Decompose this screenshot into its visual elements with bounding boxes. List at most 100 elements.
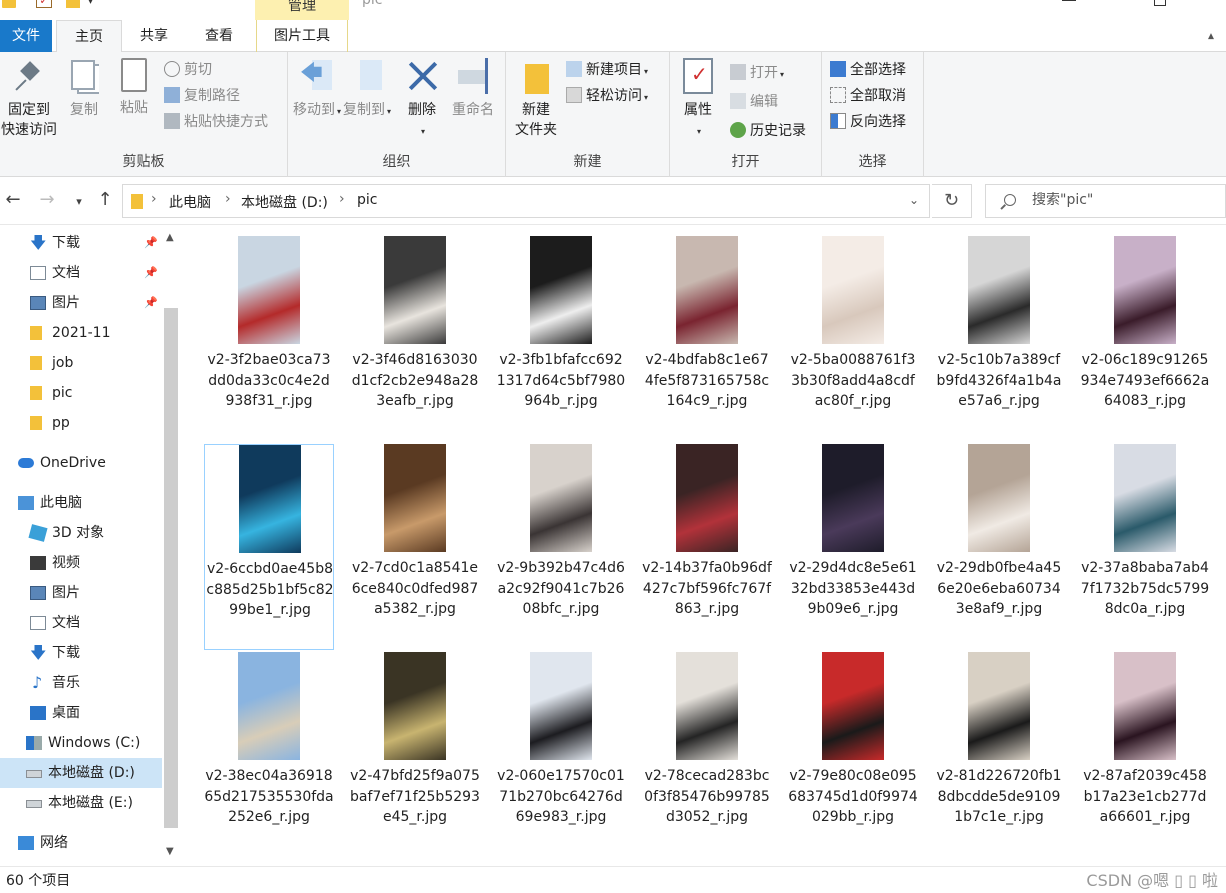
- address-bar[interactable]: › 此电脑 › 本地磁盘 (D:) › pic ⌄: [122, 184, 930, 218]
- breadcrumb-separator-icon[interactable]: ›: [339, 191, 345, 207]
- file-item[interactable]: v2-87af2039c458b17a23e1cb277da66601_r.jp…: [1080, 652, 1210, 858]
- copy-to-button[interactable]: 复制到 ▾: [342, 58, 392, 122]
- new-item-button[interactable]: 新建项目 ▾: [566, 59, 648, 81]
- nav-item[interactable]: Windows (C:): [0, 728, 162, 758]
- file-item[interactable]: v2-3f46d8163030d1cf2cb2e948a283eafb_r.jp…: [350, 236, 480, 442]
- nav-item[interactable]: 文档: [0, 608, 162, 638]
- file-item[interactable]: v2-6ccbd0ae45b8c885d25b1bf5c8299be1_r.jp…: [204, 444, 334, 650]
- file-item[interactable]: v2-14b37fa0b96df427c7bf596fc767f863_r.jp…: [642, 444, 772, 650]
- nav-item[interactable]: 下载 📌: [0, 228, 162, 258]
- nav-item[interactable]: 文档 📌: [0, 258, 162, 288]
- file-item[interactable]: v2-06c189c91265934e7493ef6662a64083_r.jp…: [1080, 236, 1210, 442]
- nav-item[interactable]: 桌面: [0, 698, 162, 728]
- pin-to-quick-access-button[interactable]: 固定到 快速访问: [0, 58, 58, 140]
- tab-file[interactable]: 文件: [0, 20, 52, 52]
- file-item[interactable]: v2-3fb1bfafcc6921317d64c5bf7980964b_r.jp…: [496, 236, 626, 442]
- cut-button[interactable]: 剪切: [164, 59, 212, 81]
- breadcrumb-this-pc[interactable]: 此电脑: [169, 192, 211, 212]
- nav-item[interactable]: 本地磁盘 (D:): [0, 758, 162, 788]
- file-item[interactable]: v2-060e17570c0171b270bc64276d69e983_r.jp…: [496, 652, 626, 858]
- file-item[interactable]: v2-79e80c08e095683745d1d0f9974029bb_r.jp…: [788, 652, 918, 858]
- delete-button[interactable]: 删除 ▾: [402, 58, 442, 142]
- scroll-up-arrow-icon[interactable]: ▲: [166, 232, 174, 243]
- file-item[interactable]: v2-29db0fbe4a456e20e6eba607343e8af9_r.jp…: [934, 444, 1064, 650]
- nav-item[interactable]: pp: [0, 408, 162, 438]
- nav-item[interactable]: 3D 对象: [0, 518, 162, 548]
- minimize-icon[interactable]: [1062, 0, 1076, 1]
- invert-selection-button[interactable]: 反向选择: [830, 111, 906, 133]
- file-item[interactable]: v2-3f2bae03ca73dd0da33c0c4e2d938f31_r.jp…: [204, 236, 334, 442]
- customize-quick-access-dropdown-icon[interactable]: ▾: [88, 0, 93, 7]
- edit-button[interactable]: 编辑: [730, 91, 778, 113]
- easy-access-button[interactable]: 轻松访问 ▾: [566, 85, 648, 107]
- back-arrow-icon[interactable]: ←: [2, 189, 24, 210]
- copy-path-button[interactable]: 复制路径: [164, 85, 240, 107]
- nav-item[interactable]: 图片: [0, 578, 162, 608]
- tab-view[interactable]: 查看: [190, 20, 248, 52]
- maximize-icon[interactable]: [1154, 0, 1166, 6]
- rename-button[interactable]: 重命名: [448, 58, 498, 120]
- image-thumbnail: [530, 652, 592, 760]
- paste-shortcut-button[interactable]: 粘贴快捷方式: [164, 111, 268, 133]
- file-item[interactable]: v2-9b392b47c4d6a2c92f9041c7b2608bfc_r.jp…: [496, 444, 626, 650]
- breadcrumb-separator-icon[interactable]: ›: [225, 191, 231, 207]
- paste-button[interactable]: 粘贴: [114, 58, 154, 118]
- nav-item[interactable]: 视频: [0, 548, 162, 578]
- breadcrumb-pic[interactable]: pic: [357, 192, 377, 208]
- history-button[interactable]: 历史记录: [730, 120, 806, 142]
- file-item[interactable]: v2-37a8baba7ab47f1732b75dc57998dc0a_r.jp…: [1080, 444, 1210, 650]
- edit-icon: [730, 93, 746, 109]
- search-box[interactable]: [985, 184, 1226, 218]
- file-item[interactable]: v2-4bdfab8c1e674fe5f873165758c164c9_r.jp…: [642, 236, 772, 442]
- search-input[interactable]: [1032, 192, 1212, 208]
- nav-item[interactable]: 本地磁盘 (E:): [0, 788, 162, 818]
- file-item[interactable]: v2-7cd0c1a8541e6ce840c0dfed987a5382_r.jp…: [350, 444, 480, 650]
- recent-locations-chevron-icon[interactable]: ▾: [68, 195, 90, 208]
- properties-button[interactable]: 属性▾: [676, 58, 720, 142]
- nav-item[interactable]: pic: [0, 378, 162, 408]
- file-item[interactable]: v2-5c10b7a389cfb9fd4326f4a1b4ae57a6_r.jp…: [934, 236, 1064, 442]
- windows-drive-icon: [26, 736, 42, 750]
- nav-item[interactable]: 下载: [0, 638, 162, 668]
- file-item[interactable]: v2-29d4dc8e5e6132bd33853e443d9b09e6_r.jp…: [788, 444, 918, 650]
- nav-item[interactable]: 音乐: [0, 668, 162, 698]
- tab-share[interactable]: 共享: [126, 20, 182, 52]
- scrollbar-thumb[interactable]: [164, 308, 178, 828]
- tab-picture-tools[interactable]: 图片工具: [256, 20, 348, 52]
- breadcrumb-drive-d[interactable]: 本地磁盘 (D:): [241, 192, 328, 212]
- nav-item[interactable]: 此电脑: [0, 488, 162, 518]
- nav-item[interactable]: OneDrive: [0, 448, 162, 478]
- nav-item[interactable]: 图片 📌: [0, 288, 162, 318]
- manage-context-tab-header[interactable]: 管理: [255, 0, 349, 20]
- nav-item[interactable]: 网络: [0, 828, 162, 858]
- file-item[interactable]: v2-81d226720fb18dbcdde5de91091b7c1e_r.jp…: [934, 652, 1064, 858]
- open-button[interactable]: 打开 ▾: [730, 62, 784, 84]
- collapse-ribbon-icon[interactable]: ▾: [1208, 30, 1214, 44]
- address-history-chevron-icon[interactable]: ⌄: [909, 193, 919, 207]
- window-title: pic: [362, 0, 383, 8]
- select-none-button[interactable]: 全部取消: [830, 85, 906, 107]
- file-item[interactable]: v2-78cecad283bc0f3f85476b99785d3052_r.jp…: [642, 652, 772, 858]
- folder-icon: [30, 416, 42, 430]
- navigation-pane-scrollbar[interactable]: ▲ ▼: [162, 226, 182, 866]
- properties-quick-icon[interactable]: ✓: [36, 0, 52, 8]
- tab-home[interactable]: 主页: [56, 20, 122, 53]
- nav-item[interactable]: 2021-11: [0, 318, 162, 348]
- file-name: v2-5ba0088761f33b30f8add4a8cdfac80f_r.jp…: [790, 352, 916, 409]
- file-item[interactable]: v2-47bfd25f9a075baf7ef71f25b5293e45_r.jp…: [350, 652, 480, 858]
- new-folder-quick-icon[interactable]: [66, 0, 80, 8]
- clipboard-icon: [121, 58, 147, 92]
- scroll-down-arrow-icon[interactable]: ▼: [166, 846, 174, 857]
- nav-item[interactable]: job: [0, 348, 162, 378]
- up-arrow-icon[interactable]: ↑: [94, 189, 116, 210]
- forward-arrow-icon[interactable]: →: [36, 189, 58, 210]
- copy-button[interactable]: 复制: [64, 58, 104, 120]
- new-folder-button[interactable]: 新建 文件夹: [510, 58, 562, 140]
- move-to-button[interactable]: 移动到▾: [292, 58, 342, 122]
- open-icon: [730, 64, 746, 80]
- refresh-button[interactable]: ↻: [932, 184, 972, 218]
- file-item[interactable]: v2-5ba0088761f33b30f8add4a8cdfac80f_r.jp…: [788, 236, 918, 442]
- file-item[interactable]: v2-38ec04a3691865d217535530fda252e6_r.jp…: [204, 652, 334, 858]
- select-all-button[interactable]: 全部选择: [830, 59, 906, 81]
- breadcrumb-separator-icon[interactable]: ›: [151, 191, 157, 207]
